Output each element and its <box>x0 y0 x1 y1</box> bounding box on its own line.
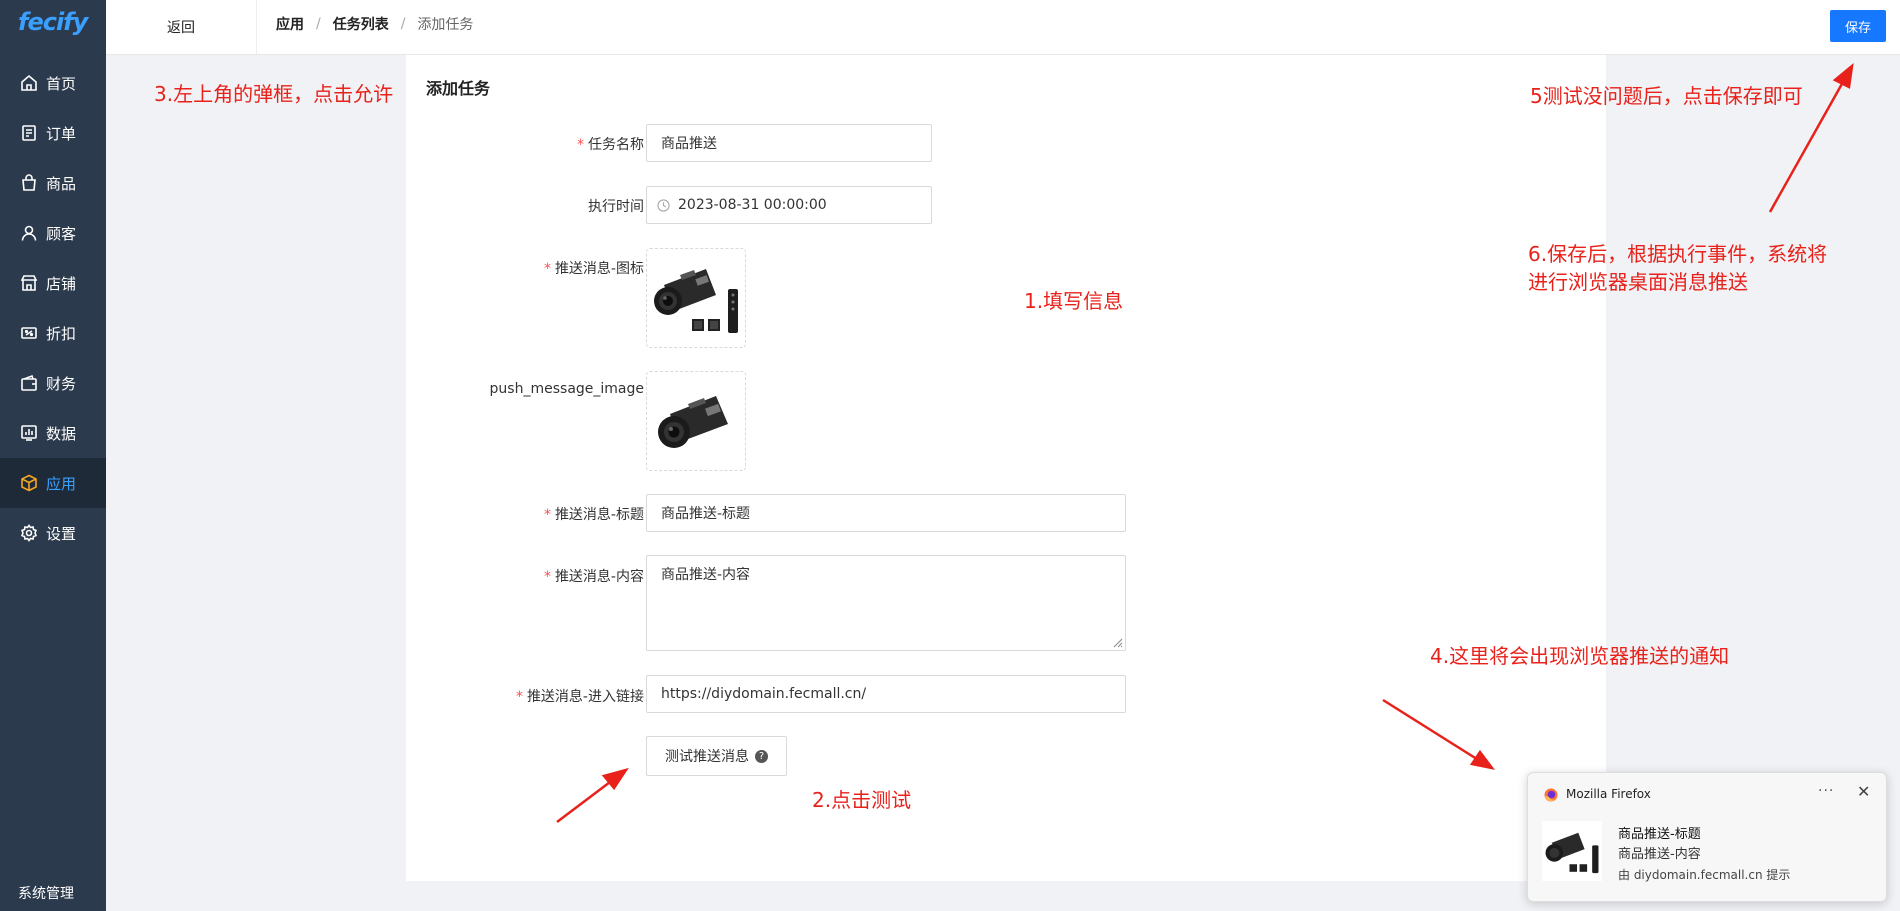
test-push-button[interactable]: 测试推送消息 ? <box>646 736 787 776</box>
annotation-2: 2.点击测试 <box>812 788 912 812</box>
sidebar-item-orders[interactable]: 订单 <box>0 108 106 158</box>
top-header: 返回 应用 / 任务列表 / 添加任务 保存 <box>106 0 1900 55</box>
msg-content-label: * 推送消息-内容 <box>543 569 644 585</box>
bag-icon <box>22 174 36 191</box>
save-button[interactable]: 保存 <box>1830 10 1886 42</box>
breadcrumb-task-list[interactable]: 任务列表 <box>333 14 389 34</box>
browser-notification[interactable]: Mozilla Firefox ··· ✕ 商品推送-标题 商品推送-内容 由 … <box>1527 772 1887 902</box>
camera-product-icon <box>654 269 738 333</box>
breadcrumb-separator: / <box>400 16 406 32</box>
home-icon <box>21 74 37 91</box>
push-image-label: push_message_image <box>489 381 644 397</box>
sidebar-item-data[interactable]: 数据 <box>0 408 106 458</box>
test-push-label: 测试推送消息 <box>665 749 749 765</box>
chart-icon <box>21 425 37 441</box>
required-mark: * <box>543 507 551 523</box>
clock-icon <box>657 198 670 212</box>
push-image-upload[interactable] <box>646 371 746 471</box>
store-icon <box>20 275 38 291</box>
required-mark: * <box>543 261 551 277</box>
system-management-link[interactable]: 系统管理 <box>18 883 74 903</box>
required-mark: * <box>543 569 551 585</box>
annotation-4: 4.这里将会出现浏览器推送的通知 <box>1430 644 1730 668</box>
camera-image-icon <box>658 396 728 448</box>
user-icon <box>21 225 37 241</box>
close-icon[interactable]: ✕ <box>1857 782 1870 801</box>
sidebar-item-customers[interactable]: 顾客 <box>0 208 106 258</box>
form-panel: 添加任务 * 任务名称 商品推送 执行时间 2023-08-31 00:00:00… <box>406 55 1606 881</box>
exec-time-label: 执行时间 <box>588 199 644 215</box>
annotation-1: 1.填写信息 <box>1024 289 1124 313</box>
back-button[interactable]: 返回 <box>106 0 257 54</box>
notification-source: 由 diydomain.fecmall.cn 提示 <box>1618 868 1791 882</box>
sidebar: fecify 首页 订单 商品 顾客 店铺 折扣 财务 数据 应用 设置 系统管… <box>0 0 106 911</box>
sidebar-item-label: 商品 <box>46 174 77 193</box>
more-options-icon[interactable]: ··· <box>1818 783 1834 799</box>
push-icon-upload[interactable] <box>646 248 746 348</box>
push-icon-label: * 推送消息-图标 <box>543 261 644 277</box>
notification-body: 商品推送-内容 <box>1618 847 1701 862</box>
sidebar-item-label: 顾客 <box>46 224 77 243</box>
annotation-3: 3.左上角的弹框，点击允许 <box>154 82 394 106</box>
required-mark: * <box>515 689 523 705</box>
discount-icon <box>21 327 37 339</box>
sidebar-item-discounts[interactable]: 折扣 <box>0 308 106 358</box>
sidebar-item-label: 首页 <box>46 74 77 93</box>
msg-title-label: * 推送消息-标题 <box>543 507 644 523</box>
sidebar-item-label: 订单 <box>46 124 77 143</box>
breadcrumb-separator: / <box>316 16 321 32</box>
exec-time-value: 2023-08-31 00:00:00 <box>678 197 827 213</box>
notification-image <box>1542 821 1602 881</box>
sidebar-item-label: 店铺 <box>46 274 77 293</box>
breadcrumb-apps[interactable]: 应用 <box>276 14 304 34</box>
msg-link-label: * 推送消息-进入链接 <box>515 689 644 705</box>
wallet-icon <box>21 374 37 391</box>
sidebar-item-apps[interactable]: 应用 <box>0 458 106 508</box>
task-name-label: * 任务名称 <box>577 137 644 153</box>
brand-logo: fecify <box>18 8 88 36</box>
msg-link-input[interactable]: https://diydomain.fecmall.cn/ <box>646 675 1126 713</box>
gear-icon <box>20 524 38 542</box>
camera-thumb-icon <box>1545 832 1599 874</box>
sidebar-item-settings[interactable]: 设置 <box>0 508 106 558</box>
exec-time-picker[interactable]: 2023-08-31 00:00:00 <box>646 186 932 224</box>
cube-icon <box>21 474 37 492</box>
sidebar-item-home[interactable]: 首页 <box>0 58 106 108</box>
sidebar-item-label: 折扣 <box>46 324 77 343</box>
sidebar-item-label: 数据 <box>46 424 77 443</box>
sidebar-item-label: 财务 <box>46 374 77 393</box>
sidebar-item-finance[interactable]: 财务 <box>0 358 106 408</box>
breadcrumb-add-task: 添加任务 <box>417 17 474 33</box>
sidebar-item-label: 设置 <box>46 524 77 543</box>
required-mark: * <box>577 137 584 153</box>
page-title: 添加任务 <box>426 79 491 98</box>
breadcrumb: 应用 / 任务列表 / 添加任务 <box>276 0 473 48</box>
notification-app-name: Mozilla Firefox <box>1566 787 1651 801</box>
right-background <box>1606 55 1900 881</box>
notification-title: 商品推送-标题 <box>1618 827 1701 842</box>
sidebar-item-store[interactable]: 店铺 <box>0 258 106 308</box>
sidebar-item-products[interactable]: 商品 <box>0 158 106 208</box>
firefox-icon <box>1544 788 1558 802</box>
msg-content-value: 商品推送-内容 <box>661 567 751 583</box>
order-icon <box>22 125 36 141</box>
resize-grip-icon[interactable] <box>1113 638 1123 648</box>
msg-content-textarea[interactable]: 商品推送-内容 <box>646 555 1126 651</box>
task-name-input[interactable]: 商品推送 <box>646 124 932 162</box>
annotation-6-line2: 进行浏览器桌面消息推送 <box>1528 270 1748 294</box>
help-icon[interactable]: ? <box>755 749 768 763</box>
annotation-6-line1: 6.保存后，根据执行事件，系统将 <box>1528 242 1828 266</box>
annotation-5: 5测试没问题后，点击保存即可 <box>1530 84 1803 108</box>
msg-title-input[interactable]: 商品推送-标题 <box>646 494 1126 532</box>
sidebar-item-label: 应用 <box>46 474 77 493</box>
